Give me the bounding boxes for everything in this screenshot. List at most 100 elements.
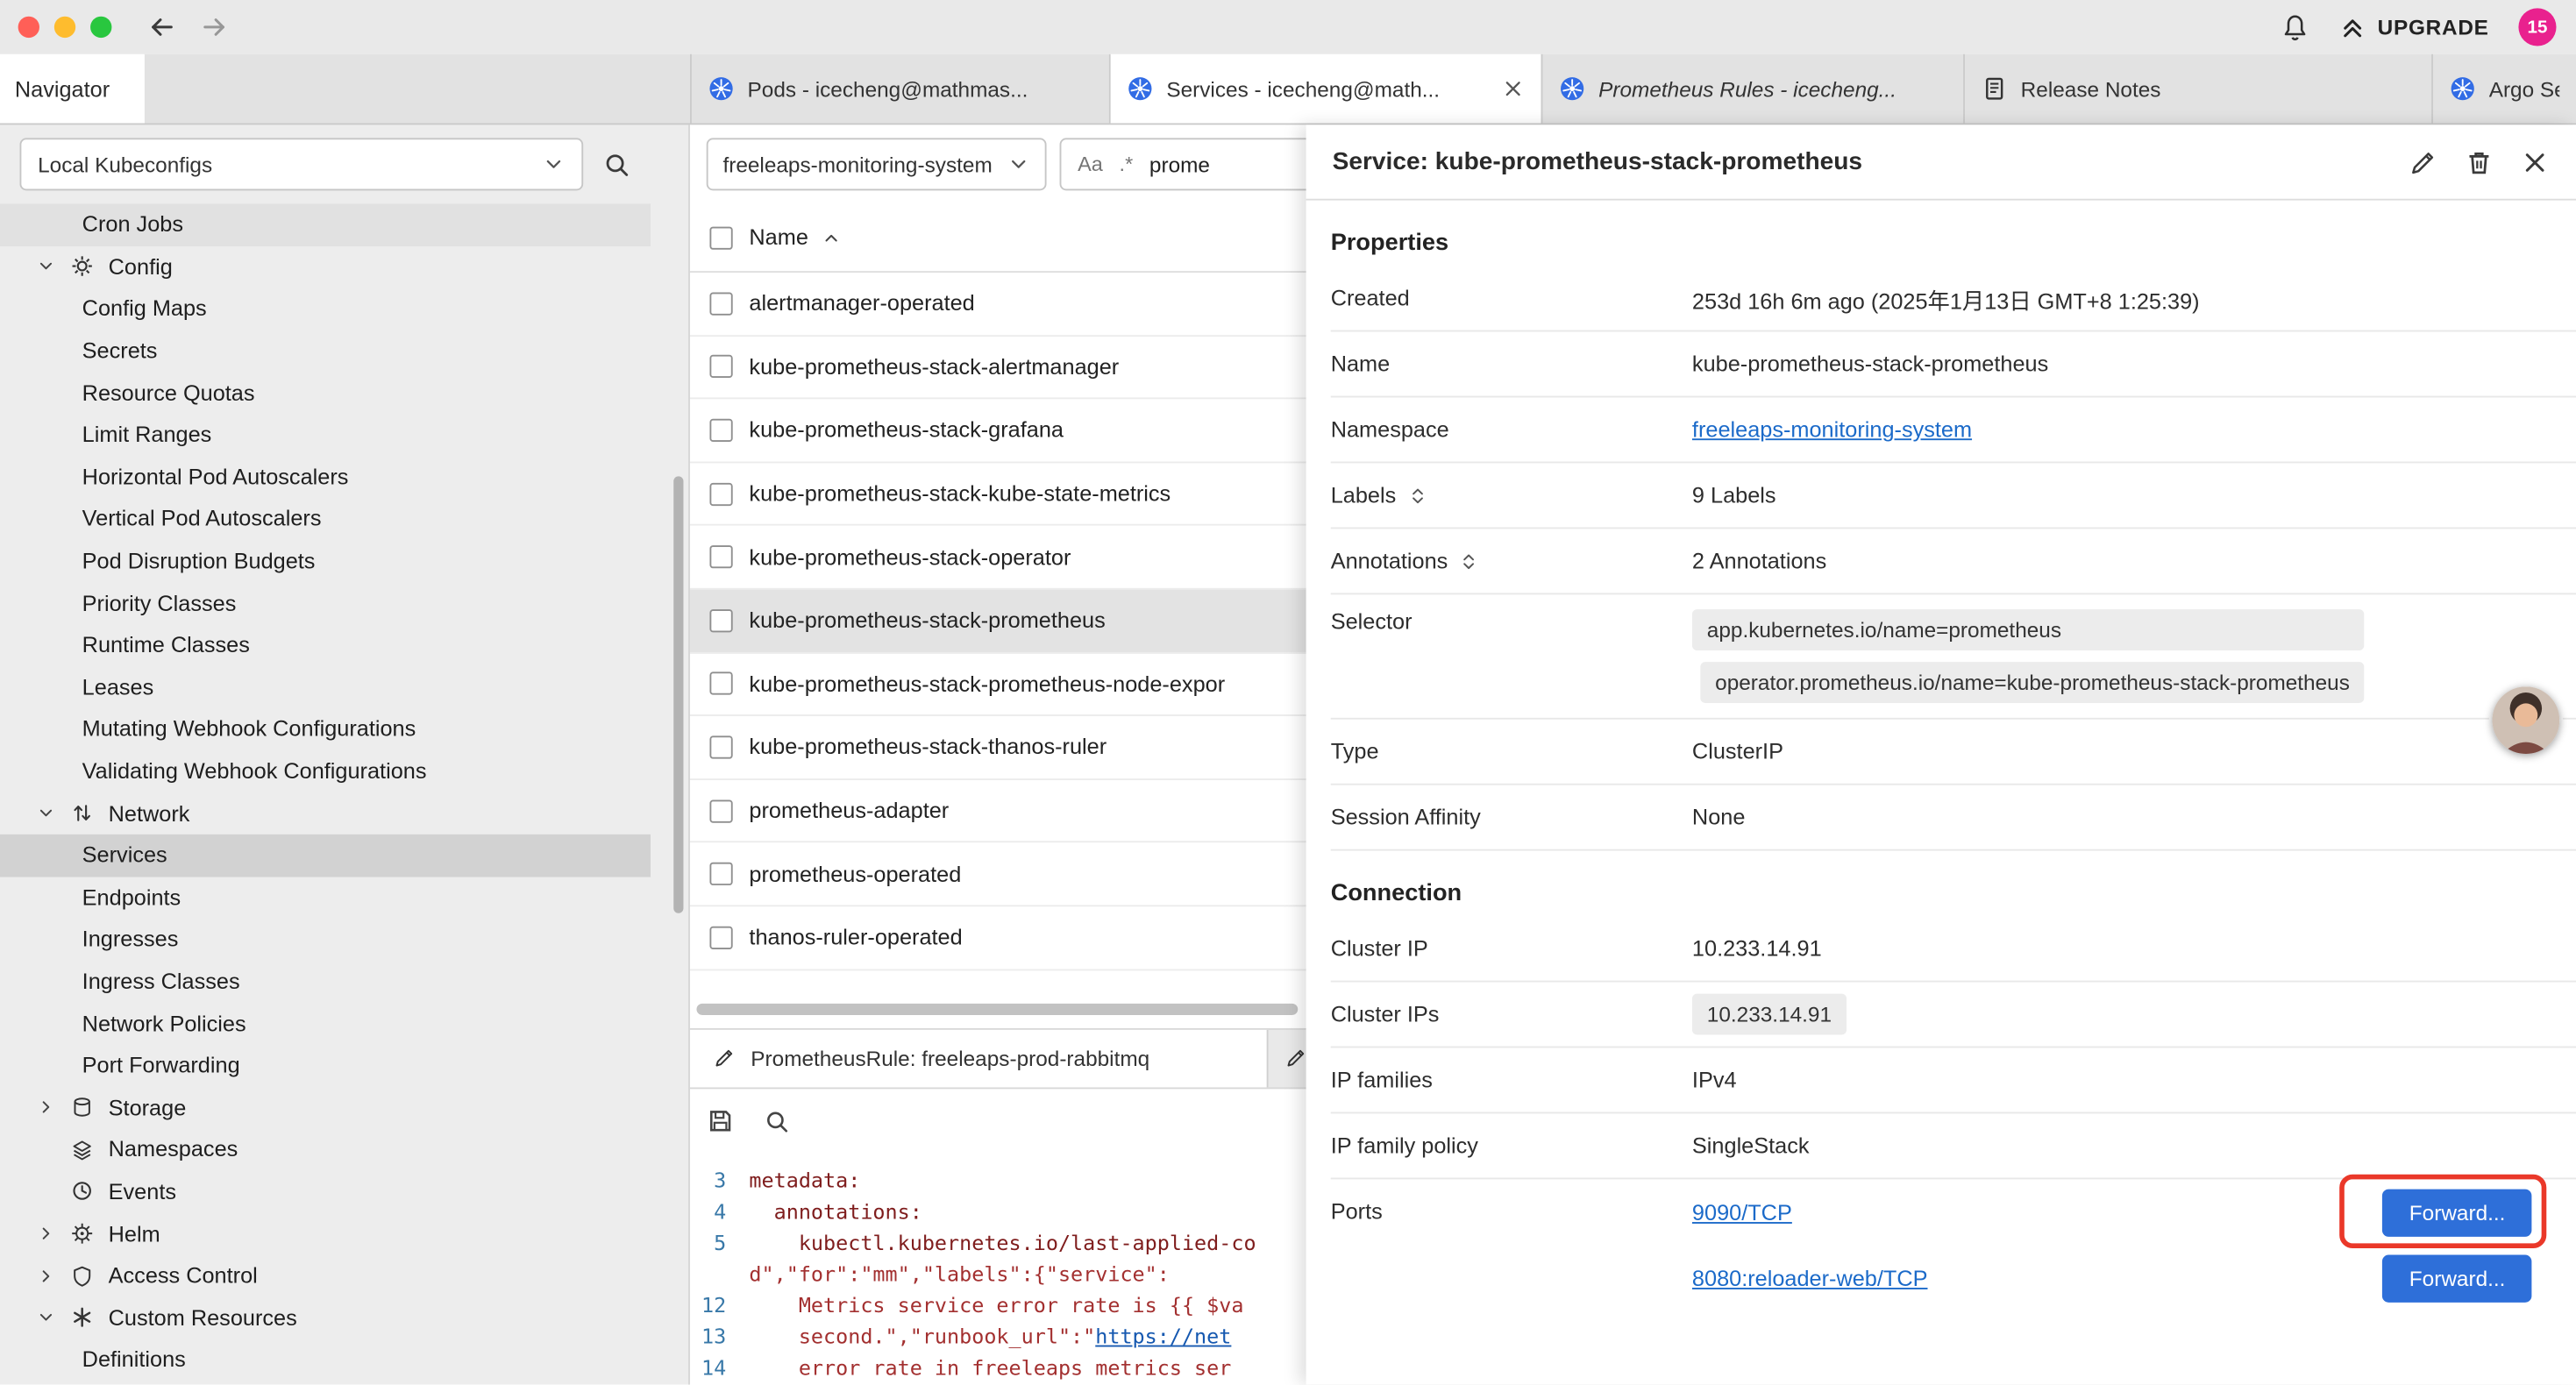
trash-icon[interactable] [2465,147,2494,177]
port-link[interactable]: 8080:reloader-web/TCP [1692,1266,1928,1290]
avatar[interactable] [2492,686,2559,754]
sidebar-item-secrets[interactable]: Secrets [0,330,651,372]
kubeconfig-selector[interactable]: Local Kubeconfigs [19,138,583,190]
sidebar-item-helm[interactable]: Helm [0,1212,651,1254]
editor-tab-prometheusrule[interactable]: PrometheusRule: freeleaps-prod-rabbitmq [690,1029,1269,1087]
drawer-header: Service: kube-prometheus-stack-prometheu… [1306,124,2576,200]
notification-badge[interactable]: 15 [2518,8,2556,46]
sidebar-item-pod-disruption-budgets[interactable]: Pod Disruption Budgets [0,540,651,582]
sidebar-item-runtime-classes[interactable]: Runtime Classes [0,624,651,666]
tab-pods[interactable]: Pods - icecheng@mathmas... [690,54,1109,124]
sidebar-item-network[interactable]: Network [0,792,651,835]
upgrade-button[interactable]: UPGRADE [2340,14,2489,40]
name-column-header[interactable]: Name [749,225,808,250]
tab-navigator[interactable]: Navigator [0,54,145,124]
search-icon[interactable] [603,150,631,178]
sidebar-item-mutating-webhook-configurations[interactable]: Mutating Webhook Configurations [0,708,651,750]
sidebar-item-vertical-pod-autoscalers[interactable]: Vertical Pod Autoscalers [0,498,651,540]
search-icon[interactable] [764,1108,790,1134]
row-checkbox[interactable] [709,863,732,885]
sidebar-item-leases[interactable]: Leases [0,666,651,708]
row-checkbox[interactable] [709,926,732,948]
row-checkbox[interactable] [709,609,732,632]
sort-ascending-icon[interactable] [822,228,841,247]
tab-prometheus-rules[interactable]: Prometheus Rules - icecheng... [1541,54,1964,124]
row-checkbox[interactable] [709,799,732,822]
chevron-right-icon [36,1097,57,1117]
detail-row-namespace: Namespace freeleaps-monitoring-system [1331,397,2576,463]
upgrade-label: UPGRADE [2378,15,2489,39]
save-icon[interactable] [707,1107,735,1135]
navigator-sidebar: Local Kubeconfigs Cron Jobs Config Confi… [0,124,690,1384]
sidebar-item-services[interactable]: Services [0,835,651,877]
section-heading-properties: Properties [1331,230,2576,256]
detail-row-annotations[interactable]: Annotations 2 Annotations [1331,529,2576,594]
sidebar-item-resource-quotas[interactable]: Resource Quotas [0,372,651,414]
select-all-checkbox[interactable] [709,226,732,249]
minimize-window-button[interactable] [54,17,75,38]
edit-icon[interactable] [2409,147,2438,177]
detail-row-created: Created 253d 16h 6m ago (2025年1月13日 GMT+… [1331,266,2576,332]
notifications-bell-icon[interactable] [2281,12,2310,42]
sidebar-item-network-policies[interactable]: Network Policies [0,1002,651,1044]
back-icon[interactable] [148,13,176,41]
namespace-filter[interactable]: freeleaps-monitoring-system [707,138,1047,190]
tab-release-notes[interactable]: Release Notes [1963,54,2431,124]
horizontal-scrollbar[interactable] [696,1003,1298,1014]
row-checkbox[interactable] [709,292,732,315]
sidebar-item-ingress-classes[interactable]: Ingress Classes [0,961,651,1003]
sidebar-item-horizontal-pod-autoscalers[interactable]: Horizontal Pod Autoscalers [0,456,651,498]
forward-icon[interactable] [201,13,229,41]
row-checkbox[interactable] [709,672,732,695]
drawer-title: Service: kube-prometheus-stack-prometheu… [1333,148,1862,176]
maximize-window-button[interactable] [90,17,111,38]
detail-row-session-affinity: Session Affinity None [1331,785,2576,851]
port-row: 9090/TCP Forward... [1692,1179,2553,1245]
tab-services[interactable]: Services - icecheng@math... [1109,54,1541,124]
regex-toggle[interactable]: .* [1120,153,1134,175]
row-checkbox[interactable] [709,482,732,505]
kubernetes-icon [1127,75,1153,102]
detail-row-labels[interactable]: Labels 9 Labels [1331,463,2576,529]
pencil-icon [1284,1047,1307,1069]
match-case-toggle[interactable]: Aa [1078,153,1103,175]
sidebar-item-events[interactable]: Events [0,1170,651,1212]
sidebar-item-namespaces[interactable]: Namespaces [0,1128,651,1170]
sidebar-item-priority-classes[interactable]: Priority Classes [0,582,651,624]
close-tab-icon[interactable] [1502,77,1525,100]
sidebar-item-endpoints[interactable]: Endpoints [0,877,651,919]
helm-icon [71,1222,96,1245]
sidebar-item-definitions[interactable]: Definitions [0,1339,651,1381]
row-checkbox[interactable] [709,545,732,568]
tab-argo[interactable]: Argo Se [2431,54,2576,124]
kubernetes-icon [2450,75,2476,102]
sidebar-item-config[interactable]: Config [0,245,651,288]
namespace-link[interactable]: freeleaps-monitoring-system [1692,417,1972,442]
sidebar-item-cron-jobs[interactable]: Cron Jobs [0,203,651,245]
forward-button[interactable]: Forward... [2383,1189,2532,1236]
sidebar-item-custom-resources[interactable]: Custom Resources [0,1296,651,1339]
port-link[interactable]: 9090/TCP [1692,1200,1792,1225]
sidebar-item-port-forwarding[interactable]: Port Forwarding [0,1044,651,1086]
expand-icon[interactable] [1459,551,1478,571]
sidebar-scrollbar[interactable] [673,476,683,913]
detail-row-name: Name kube-prometheus-stack-prometheus [1331,331,2576,397]
row-checkbox[interactable] [709,735,732,758]
detail-row-selector: Selector app.kubernetes.io/name=promethe… [1331,594,2576,719]
row-checkbox[interactable] [709,419,732,442]
sidebar-item-limit-ranges[interactable]: Limit Ranges [0,414,651,456]
forward-button[interactable]: Forward... [2383,1254,2532,1302]
expand-icon[interactable] [1407,486,1427,505]
row-checkbox[interactable] [709,355,732,378]
namespaces-icon [71,1138,96,1161]
sidebar-item-storage[interactable]: Storage [0,1086,651,1128]
close-window-button[interactable] [18,17,39,38]
sidebar-item-ingresses[interactable]: Ingresses [0,919,651,961]
detail-row-ports: Ports 9090/TCP Forward... 8080:reloader-… [1331,1179,2576,1310]
sidebar-item-access-control[interactable]: Access Control [0,1254,651,1296]
close-icon[interactable] [2520,147,2550,177]
sidebar-item-config-maps[interactable]: Config Maps [0,288,651,330]
sidebar-item-validating-webhook-configurations[interactable]: Validating Webhook Configurations [0,750,651,792]
chevron-right-icon [36,1224,57,1243]
details-drawer: Service: kube-prometheus-stack-prometheu… [1306,124,2576,1384]
